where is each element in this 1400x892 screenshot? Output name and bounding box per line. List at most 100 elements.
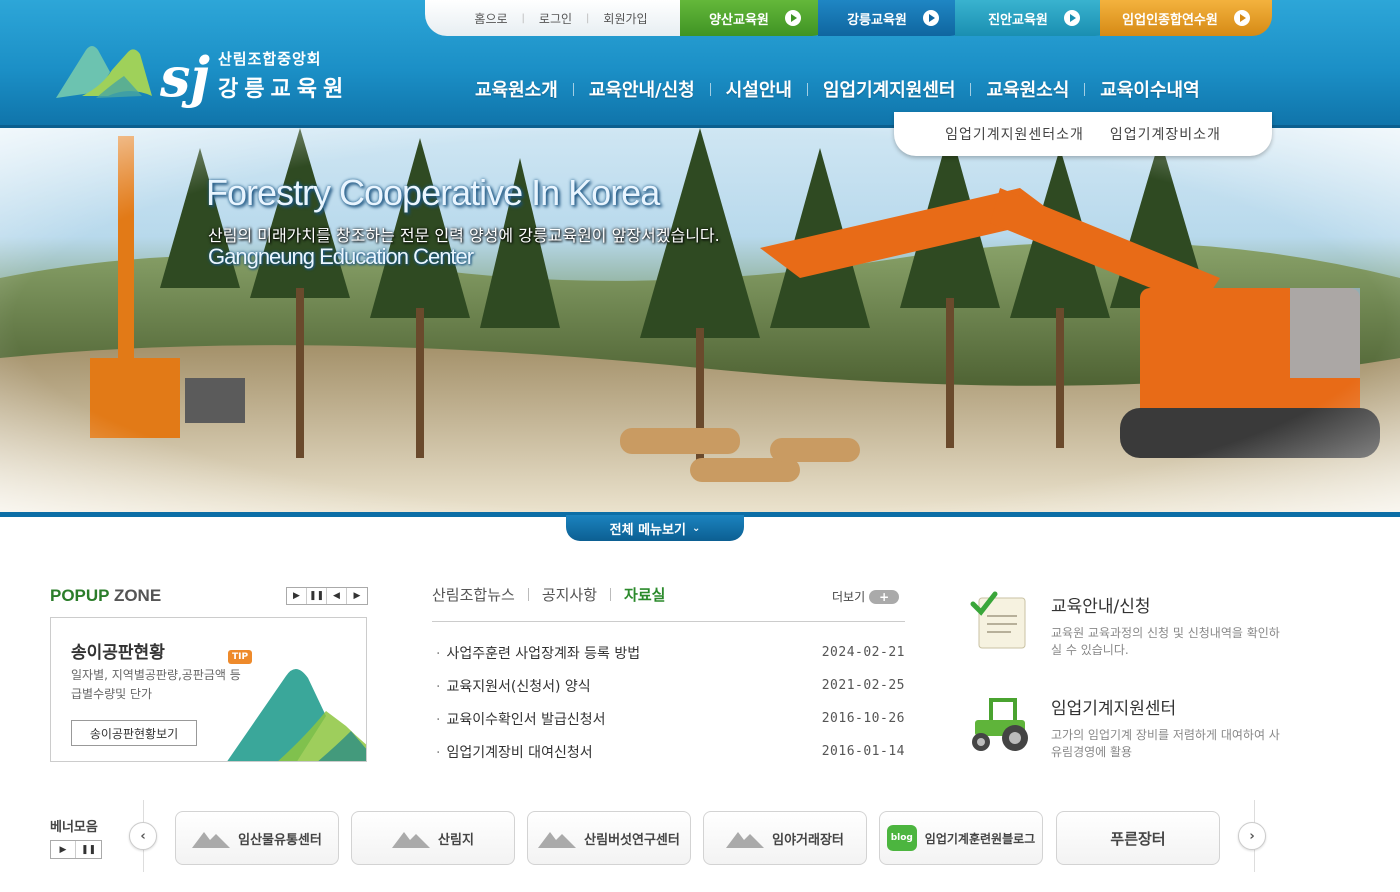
nav-item-facilities[interactable]: 시설안내 [711, 76, 807, 102]
mountain-logo-icon [392, 832, 431, 848]
play-arrow-icon [1233, 10, 1250, 26]
banner-forest-market[interactable]: 임야거래장터 [703, 811, 867, 865]
divider [527, 588, 529, 601]
site-header: 홈으로 | 로그인 | 회원가입 양산교육원 강릉교육원 진안교육원 임업인종합… [0, 0, 1400, 128]
tab-jinan[interactable]: 진안교육원 [955, 0, 1113, 36]
nav-item-education[interactable]: 교육안내/신청 [574, 76, 710, 102]
mountain-logo-icon [538, 832, 577, 848]
board-divider [432, 621, 905, 622]
item-date: 2021-02-25 [821, 678, 905, 693]
banner-next-icon[interactable]: › [1238, 822, 1266, 850]
banner-label: 산림버섯연구센터 [584, 832, 680, 848]
tab-archive[interactable]: 자료실 [624, 584, 665, 605]
divider: | [586, 12, 590, 24]
tab-label: 양산교육원 [709, 12, 769, 28]
more-label: 더보기 [832, 590, 866, 604]
quick-education[interactable]: 교육안내/신청 교육원 교육과정의 신청 및 신청내역을 확인하실 수 있습니다… [965, 590, 1281, 659]
popup-logo-art-icon [227, 669, 366, 761]
item-date: 2024-02-21 [821, 645, 905, 660]
banner-forest-magazine[interactable]: 산림지 [351, 811, 515, 865]
quick-desc: 교육원 교육과정의 신청 및 신청내역을 확인하실 수 있습니다. [1051, 626, 1280, 657]
divider [610, 588, 612, 601]
item-date: 2016-10-26 [821, 711, 905, 726]
logo-text[interactable]: 산림조합중앙회 강릉교육원 [218, 48, 349, 103]
next-icon[interactable]: ▶ [347, 588, 367, 604]
mountain-logo-icon [726, 832, 765, 848]
nav-item-machinery[interactable]: 임업기계지원센터 [808, 76, 970, 102]
banner-controls: ▶ ❚❚ [50, 840, 102, 859]
banner-section-title: 베너모음 [50, 820, 98, 835]
item-title: 교육지원서(신청서) 양식 [432, 676, 590, 696]
tab-yangsan[interactable]: 양산교육원 [680, 0, 830, 36]
quick-title: 임업기계지원센터 [1051, 699, 1177, 719]
quick-machinery[interactable]: 임업기계지원센터 고가의 임업기계 장비를 저렴하게 대여하여 사유림경영에 활… [965, 692, 1281, 761]
divider: | [521, 12, 525, 24]
login-link[interactable]: 로그인 [539, 10, 572, 27]
banner-label: 임야거래장터 [772, 832, 844, 848]
play-arrow-icon [784, 10, 801, 26]
all-menu-button[interactable]: 전체 메뉴보기 ⌄ [566, 515, 744, 541]
item-title: 교육이수확인서 발급신청서 [432, 709, 605, 729]
subnav-item-center-intro[interactable]: 임업기계지원센터소개 [945, 124, 1084, 144]
play-arrow-icon [1063, 10, 1080, 26]
list-item[interactable]: 사업주훈련 사업장계좌 등록 방법 2024-02-21 [432, 636, 905, 669]
popup-controls: ▶ ❚❚ ◀ ▶ [286, 587, 368, 605]
pause-icon[interactable]: ❚❚ [307, 588, 327, 604]
banner-green-market[interactable]: 푸른장터 [1056, 811, 1220, 865]
play-icon[interactable]: ▶ [287, 588, 307, 604]
hero-title: Forestry Cooperative In Korea [206, 172, 660, 213]
nav-item-news[interactable]: 교육원소식 [971, 76, 1084, 102]
quick-desc: 고가의 임업기계 장비를 저렴하게 대여하여 사유림경영에 활용 [1051, 728, 1280, 759]
play-icon[interactable]: ▶ [51, 841, 76, 858]
subnav-item-equipment[interactable]: 임업기계장비소개 [1110, 124, 1221, 144]
list-item[interactable]: 임업기계장비 대여신청서 2016-01-14 [432, 735, 905, 768]
item-title: 사업주훈련 사업장계좌 등록 방법 [432, 643, 640, 663]
mountain-logo-icon [192, 832, 231, 848]
board-tabs: 산림조합뉴스 공지사항 자료실 [432, 584, 665, 605]
hero-banner: Forestry Cooperative In Korea 산림의 미래가치를 … [0, 128, 1400, 516]
tab-forest-news[interactable]: 산림조합뉴스 [432, 584, 515, 605]
banner-forest-products[interactable]: 임산물유통센터 [175, 811, 339, 865]
tab-label: 진안교육원 [988, 12, 1048, 28]
tab-gangneung[interactable]: 강릉교육원 [818, 0, 968, 36]
logo-subtitle: 산림조합중앙회 [218, 50, 322, 68]
board-list: 사업주훈련 사업장계좌 등록 방법 2024-02-21 교육지원서(신청서) … [432, 636, 905, 768]
all-menu-label: 전체 메뉴보기 [609, 522, 686, 538]
banner-mushroom-center[interactable]: 산림버섯연구센터 [527, 811, 691, 865]
list-item[interactable]: 교육지원서(신청서) 양식 2021-02-25 [432, 669, 905, 702]
popup-title-b: ZONE [113, 586, 162, 605]
sub-nav: 임업기계지원센터소개 임업기계장비소개 [894, 112, 1272, 156]
tab-notice[interactable]: 공지사항 [542, 584, 597, 605]
popup-zone-title: POPUP ZONE [50, 586, 161, 606]
banner-training-blog[interactable]: blog 임업기계훈련원블로그 [879, 811, 1043, 865]
chevron-down-icon: ⌄ [691, 522, 701, 534]
popup-card[interactable]: 송이공판현황 TIP 일자별, 지역별공판량,공판금액 등급별수량및 단가 송이… [50, 617, 367, 762]
plus-icon: + [869, 589, 900, 604]
home-link[interactable]: 홈으로 [474, 10, 507, 27]
hero-subtitle: 산림의 미래가치를 창조하는 전문 인력 양성에 강릉교육원이 앞장서겠습니다. [208, 226, 720, 245]
tab-label: 임업인종합연수원 [1122, 12, 1218, 28]
popup-heading: 송이공판현황 [71, 643, 165, 663]
utility-links: 홈으로 | 로그인 | 회원가입 [425, 0, 697, 36]
signup-link[interactable]: 회원가입 [603, 10, 647, 27]
banner-label: 산림지 [438, 832, 474, 848]
nav-item-history[interactable]: 교육이수내역 [1085, 76, 1214, 102]
banner-label: 임업기계훈련원블로그 [924, 831, 1036, 846]
popup-view-button[interactable]: 송이공판현황보기 [71, 720, 197, 746]
blog-icon: blog [886, 825, 917, 851]
banner-label: 임산물유통센터 [238, 832, 322, 848]
popup-title-a: POPUP [50, 586, 110, 605]
tractor-icon [972, 698, 1028, 751]
main-nav: 교육원소개 교육안내/신청 시설안내 임업기계지원센터 교육원소식 교육이수내역 [460, 76, 1215, 102]
more-button[interactable]: 더보기 + [832, 588, 900, 605]
tab-training-center[interactable]: 임업인종합연수원 [1100, 0, 1272, 36]
list-item[interactable]: 교육이수확인서 발급신청서 2016-10-26 [432, 702, 905, 735]
item-date: 2016-01-14 [821, 744, 905, 759]
banner-prev-icon[interactable]: ‹ [129, 822, 157, 850]
quick-title: 교육안내/신청 [1051, 597, 1151, 617]
nav-item-about[interactable]: 교육원소개 [460, 76, 573, 102]
document-check-icon [970, 591, 1026, 649]
pause-icon[interactable]: ❚❚ [76, 841, 101, 858]
prev-icon[interactable]: ◀ [327, 588, 347, 604]
logo-title: 강릉교육원 [218, 77, 350, 102]
